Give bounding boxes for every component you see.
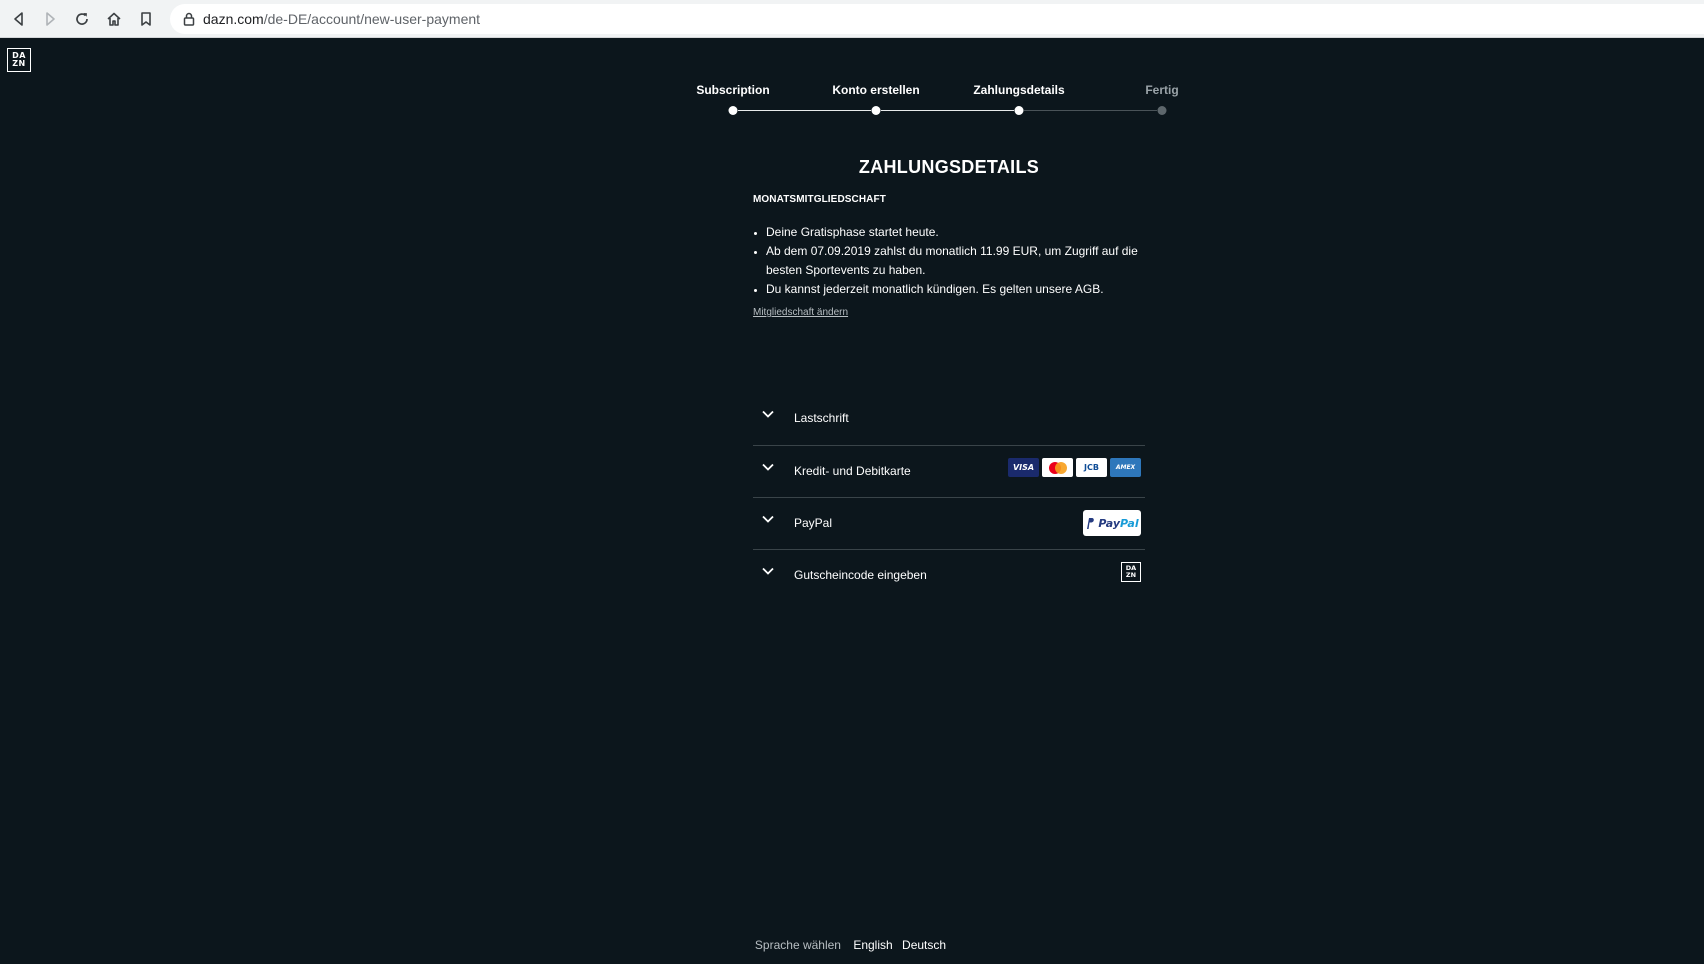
change-membership-link[interactable]: Mitgliedschaft ändern — [753, 307, 848, 318]
chevron-down-icon — [762, 515, 774, 523]
step-connector — [738, 110, 871, 111]
payment-summary: ZAHLUNGSDETAILS MONATSMITGLIEDSCHAFT Dei… — [753, 156, 1145, 320]
step-label-konto-erstellen: Konto erstellen — [832, 83, 920, 97]
mastercard-logo — [1042, 458, 1073, 477]
payment-option-label: Kredit- und Debitkarte — [794, 464, 911, 478]
step-label-subscription: Subscription — [696, 83, 770, 97]
progress-stepper: Subscription Konto erstellen Zahlungsdet… — [0, 38, 1704, 128]
lock-icon — [183, 12, 195, 26]
chevron-down-icon — [762, 567, 774, 575]
url-text: dazn.com/de-DE/account/new-user-payment — [203, 10, 480, 28]
language-option-english[interactable]: English — [853, 938, 892, 952]
chevron-down-icon — [762, 410, 774, 418]
payment-option-lastschrift[interactable]: Lastschrift — [753, 393, 1145, 445]
url-host: dazn.com — [203, 11, 264, 27]
reload-icon[interactable] — [70, 7, 94, 31]
plan-point: Du kannst jederzeit monatlich kündigen. … — [766, 280, 1145, 299]
payment-option-label: Lastschrift — [794, 411, 849, 425]
step-dot-konto-erstellen — [871, 106, 881, 115]
step-dot-fertig — [1157, 106, 1167, 115]
plan-title: MONATSMITGLIEDSCHAFT — [753, 194, 886, 205]
plan-point: Ab dem 07.09.2019 zahlst du monatlich 11… — [766, 242, 1145, 280]
paypal-logo: Pay Pal — [1083, 510, 1141, 536]
step-connector — [1024, 110, 1157, 111]
back-icon[interactable] — [7, 7, 31, 31]
chevron-down-icon — [762, 463, 774, 471]
page-title: ZAHLUNGSDETAILS — [858, 157, 1040, 177]
language-label: Sprache wählen — [754, 938, 841, 952]
browser-toolbar: dazn.com/de-DE/account/new-user-payment — [0, 0, 1704, 38]
paypal-word-pay: Pay — [1098, 516, 1121, 530]
card-logos: VISA JCB AMEX — [1008, 458, 1141, 477]
url-path: /de-DE/account/new-user-payment — [263, 11, 481, 27]
amex-logo: AMEX — [1110, 458, 1141, 477]
language-footer: Sprache wählen English Deutsch — [0, 938, 1704, 952]
paypal-p-icon — [1087, 517, 1095, 529]
visa-logo: VISA — [1008, 458, 1039, 477]
payment-option-voucher[interactable]: Gutscheincode eingeben DA ZN — [753, 549, 1145, 601]
plan-point: Deine Gratisphase startet heute. — [766, 223, 1145, 242]
payment-methods: Lastschrift Kredit- und Debitkarte VISA … — [753, 393, 1145, 601]
jcb-logo: JCB — [1076, 458, 1107, 477]
payment-option-credit-card[interactable]: Kredit- und Debitkarte VISA JCB AMEX — [753, 445, 1145, 497]
address-bar[interactable]: dazn.com/de-DE/account/new-user-payment — [170, 4, 1704, 34]
step-connector — [881, 110, 1014, 111]
paypal-word-pal: Pal — [1120, 516, 1139, 530]
payment-option-label: PayPal — [794, 516, 833, 530]
bookmark-icon[interactable] — [134, 7, 158, 31]
step-dot-subscription — [728, 106, 738, 115]
forward-icon[interactable] — [38, 7, 62, 31]
dazn-voucher-icon: DA ZN — [1121, 562, 1141, 582]
step-label-fertig: Fertig — [1145, 83, 1179, 97]
page: DA ZN Subscription Konto erstellen Zahlu… — [0, 38, 1704, 964]
payment-option-label: Gutscheincode eingeben — [794, 568, 927, 582]
step-label-zahlungsdetails: Zahlungsdetails — [973, 83, 1065, 97]
voucher-logo-line-2: ZN — [1125, 571, 1137, 579]
language-option-deutsch[interactable]: Deutsch — [902, 938, 946, 952]
plan-points: Deine Gratisphase startet heute. Ab dem … — [753, 223, 1145, 299]
home-icon[interactable] — [102, 7, 126, 31]
payment-option-paypal[interactable]: PayPal Pay Pal — [753, 497, 1145, 549]
step-dot-zahlungsdetails — [1014, 106, 1024, 115]
